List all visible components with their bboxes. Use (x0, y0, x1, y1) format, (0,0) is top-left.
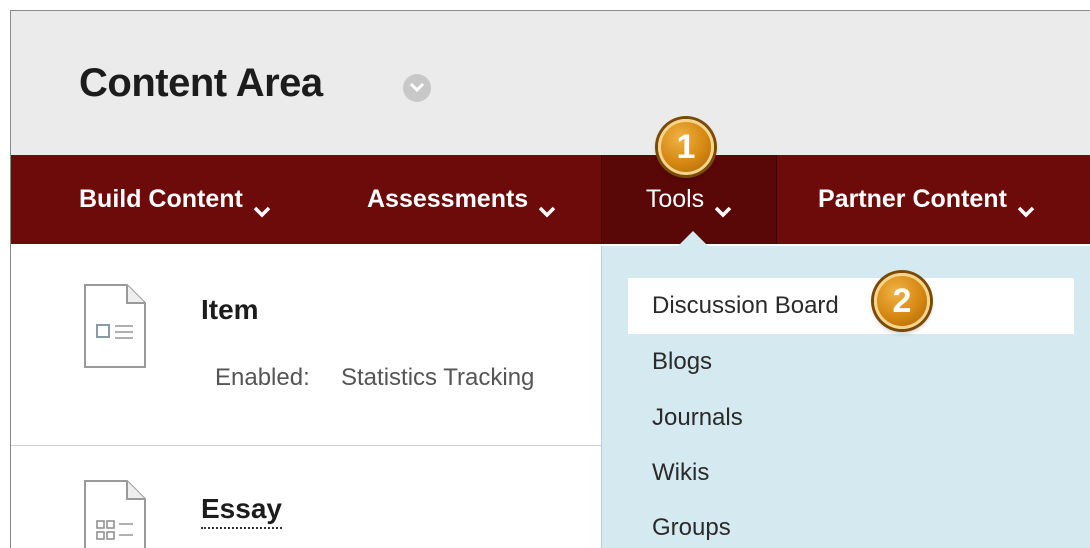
menu-item-discussion-board[interactable]: Discussion Board (628, 278, 1074, 334)
document-icon (83, 479, 147, 548)
dropdown-pointer (677, 231, 709, 247)
nav-build-content-label: Build Content (79, 185, 243, 213)
nav-partner-content-label: Partner Content (818, 185, 1007, 213)
content-item-meta-label: Enabled: (215, 364, 310, 391)
document-icon (83, 283, 147, 374)
nav-tools-label: Tools (645, 185, 705, 213)
chevron-down-icon (538, 196, 556, 217)
content-item-title[interactable]: Essay (201, 493, 282, 529)
nav-assessments[interactable]: Assessments (367, 155, 556, 244)
nav-partner-content[interactable]: Partner Content (818, 155, 1035, 244)
nav-assessments-label: Assessments (367, 185, 529, 213)
callout-step-1: 1 (658, 119, 714, 175)
chevron-down-icon (1017, 196, 1035, 217)
menu-item-blogs[interactable]: Blogs (652, 348, 712, 376)
menu-item-wikis[interactable]: Wikis (652, 459, 709, 487)
action-bar: Build Content Assessments Tools Partner … (11, 155, 1090, 244)
content-divider (11, 445, 601, 446)
chevron-down-icon (714, 196, 732, 217)
chevron-down-icon (253, 196, 271, 217)
callout-step-2: 2 (874, 273, 930, 329)
nav-build-content[interactable]: Build Content (79, 155, 271, 244)
tools-dropdown-menu: Discussion Board Blogs Journals Wikis Gr… (601, 246, 1090, 548)
chevron-down-icon[interactable] (403, 74, 431, 102)
menu-item-groups[interactable]: Groups (652, 514, 731, 542)
content-area-frame: Content Area Build Content Assessments T… (10, 10, 1090, 548)
page-title: Content Area (79, 61, 323, 105)
page-header: Content Area (11, 11, 1090, 155)
menu-item-journals[interactable]: Journals (652, 404, 743, 432)
content-item-meta-value: Statistics Tracking (341, 364, 535, 391)
content-item-title[interactable]: Item (201, 294, 259, 326)
